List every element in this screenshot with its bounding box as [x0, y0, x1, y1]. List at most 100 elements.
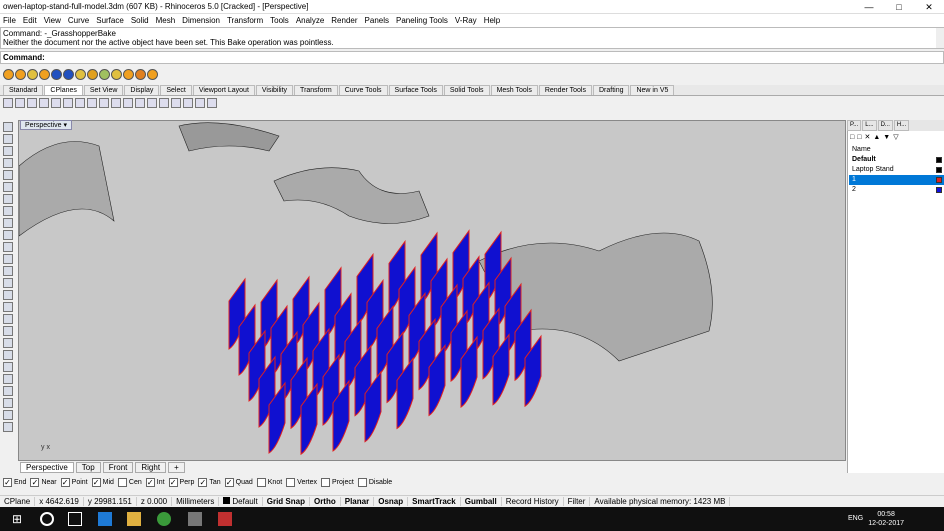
left-tool-icon[interactable]: [3, 134, 13, 144]
osnap-point[interactable]: ✓ Point: [60, 478, 88, 487]
left-tool-icon[interactable]: [3, 362, 13, 372]
ortho-button[interactable]: Ortho: [310, 497, 341, 506]
tab-new-in-v5[interactable]: New in V5: [630, 85, 675, 95]
menu-surface[interactable]: Surface: [96, 16, 124, 25]
checkbox-icon[interactable]: ✓: [198, 478, 208, 487]
layer-color-swatch[interactable]: [936, 167, 942, 173]
fur-icon[interactable]: [147, 69, 158, 80]
checkbox-icon[interactable]: ✓: [145, 478, 155, 487]
status-layer[interactable]: Default: [219, 497, 263, 506]
left-tool-icon[interactable]: [3, 278, 13, 288]
panel-tab[interactable]: L...: [862, 120, 877, 131]
checkbox-icon[interactable]: ✓: [91, 478, 101, 487]
viewport-tab-add[interactable]: +: [168, 462, 185, 473]
menu-help[interactable]: Help: [484, 16, 500, 25]
checkbox-icon[interactable]: [256, 478, 266, 487]
left-tool-icon[interactable]: [3, 410, 13, 420]
left-tool-icon[interactable]: [3, 398, 13, 408]
checkbox-icon[interactable]: ✓: [224, 478, 234, 487]
tab-visibility[interactable]: Visibility: [255, 85, 294, 95]
viewport-tab-right[interactable]: Right: [135, 462, 167, 473]
minimize-icon[interactable]: —: [854, 0, 884, 14]
chrome-icon[interactable]: [157, 512, 171, 526]
left-tool-icon[interactable]: [3, 206, 13, 216]
left-tool-icon[interactable]: [3, 230, 13, 240]
filter-button[interactable]: Filter: [564, 497, 591, 506]
grid-snap-button[interactable]: Grid Snap: [263, 497, 310, 506]
left-tool-icon[interactable]: [3, 158, 13, 168]
osnap-vertex[interactable]: Vertex: [286, 478, 317, 487]
osnap-button[interactable]: Osnap: [374, 497, 409, 506]
layer-color-swatch[interactable]: [936, 177, 942, 183]
proxy-icon[interactable]: [135, 69, 146, 80]
osnap-near[interactable]: ✓ Near: [30, 478, 57, 487]
new-layer-icon[interactable]: □: [850, 134, 854, 141]
osnap-disable[interactable]: Disable: [357, 478, 392, 487]
vray-options-icon[interactable]: [27, 69, 38, 80]
viewport-tab-perspective[interactable]: Perspective: [20, 462, 74, 473]
left-tool-icon[interactable]: [3, 386, 13, 396]
layer-row[interactable]: Default: [849, 155, 944, 165]
left-tool-icon[interactable]: [3, 374, 13, 384]
perspective-viewport[interactable]: y x: [18, 120, 846, 461]
planar-button[interactable]: Planar: [341, 497, 375, 506]
menu-analyze[interactable]: Analyze: [296, 16, 324, 25]
checkbox-icon[interactable]: ✓: [30, 478, 40, 487]
left-tool-icon[interactable]: [3, 338, 13, 348]
osnap-end[interactable]: ✓ End: [3, 478, 26, 487]
dome-light-icon[interactable]: [99, 69, 110, 80]
viewport-tab-top[interactable]: Top: [75, 462, 101, 473]
cplane-tool-icon[interactable]: [111, 98, 121, 108]
ies-light-icon[interactable]: [123, 69, 134, 80]
tab-set-view[interactable]: Set View: [83, 85, 124, 95]
left-tool-icon[interactable]: [3, 350, 13, 360]
checkbox-icon[interactable]: [357, 478, 367, 487]
tab-select[interactable]: Select: [160, 85, 192, 95]
cplane-tool-icon[interactable]: [135, 98, 145, 108]
tab-solid-tools[interactable]: Solid Tools: [443, 85, 490, 95]
cplane-tool-icon[interactable]: [51, 98, 61, 108]
sphere-light-icon[interactable]: [111, 69, 122, 80]
cplane-tool-icon[interactable]: [99, 98, 109, 108]
osnap-int[interactable]: ✓ Int: [145, 478, 165, 487]
osnap-quad[interactable]: ✓ Quad: [224, 478, 253, 487]
command-history-scrollbar[interactable]: [936, 28, 944, 48]
panel-tab[interactable]: D...: [877, 120, 893, 131]
checkbox-icon[interactable]: ✓: [60, 478, 70, 487]
left-tool-icon[interactable]: [3, 146, 13, 156]
menu-transform[interactable]: Transform: [227, 16, 263, 25]
cplane-tool-icon[interactable]: [27, 98, 37, 108]
record-history-button[interactable]: Record History: [502, 497, 564, 506]
tab-render-tools[interactable]: Render Tools: [538, 85, 592, 95]
status-units[interactable]: Millimeters: [172, 497, 220, 506]
cplane-tool-icon[interactable]: [159, 98, 169, 108]
checkbox-icon[interactable]: [321, 478, 331, 487]
left-tool-icon[interactable]: [3, 302, 13, 312]
menu-curve[interactable]: Curve: [68, 16, 89, 25]
left-tool-icon[interactable]: [3, 290, 13, 300]
app-icon[interactable]: [218, 512, 232, 526]
vray-frame-icon[interactable]: [51, 69, 62, 80]
panel-tab[interactable]: H...: [893, 120, 910, 131]
cplane-tool-icon[interactable]: [123, 98, 133, 108]
tab-transform[interactable]: Transform: [294, 85, 338, 95]
maximize-icon[interactable]: □: [884, 0, 914, 14]
left-tool-icon[interactable]: [3, 122, 13, 132]
layer-color-swatch[interactable]: [936, 157, 942, 163]
move-down-icon[interactable]: ▼: [883, 134, 890, 141]
left-tool-icon[interactable]: [3, 170, 13, 180]
move-up-icon[interactable]: ▲: [873, 134, 880, 141]
menu-render[interactable]: Render: [331, 16, 357, 25]
left-tool-icon[interactable]: [3, 182, 13, 192]
viewport-tab-front[interactable]: Front: [102, 462, 134, 473]
layer-row[interactable]: 2: [849, 185, 944, 195]
tab-mesh-tools[interactable]: Mesh Tools: [490, 85, 538, 95]
checkbox-icon[interactable]: [286, 478, 296, 487]
command-input[interactable]: Command:: [0, 51, 944, 64]
start-icon[interactable]: ⊞: [12, 512, 26, 526]
new-sublayer-icon[interactable]: □: [857, 134, 861, 141]
menu-v-ray[interactable]: V-Ray: [455, 16, 477, 25]
osnap-tan[interactable]: ✓ Tan: [198, 478, 221, 487]
close-icon[interactable]: ✕: [914, 0, 944, 14]
tab-cplanes[interactable]: CPlanes: [44, 85, 83, 95]
